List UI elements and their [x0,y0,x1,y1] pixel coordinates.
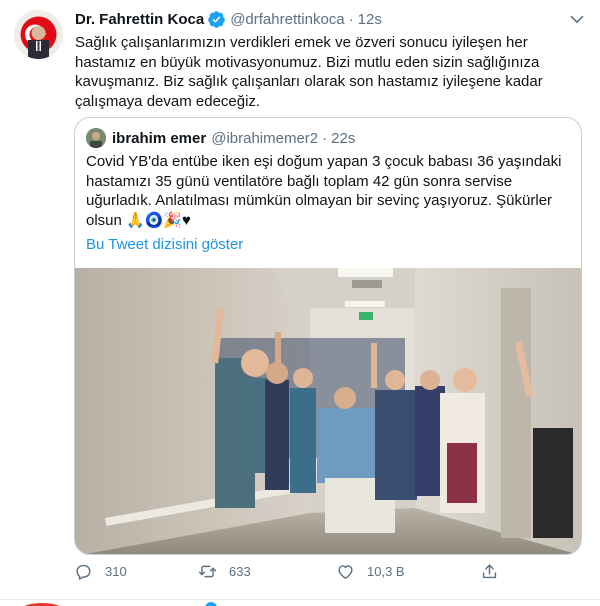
share-icon [482,564,497,579]
reply-icon [76,564,91,580]
separator-dot: · [322,129,328,147]
reply-count: 310 [105,564,127,579]
tweet-header: Dr. Fahrettin Koca @drfahrettinkoca · 12… [75,9,580,29]
author-handle[interactable]: @drfahrettinkoca [230,11,344,28]
chevron-down-icon[interactable] [566,8,588,30]
quoted-timestamp[interactable]: 22s [331,130,355,147]
retweet-count: 633 [229,564,251,579]
separator-dot: · [348,10,354,28]
next-tweet-verified-badge-icon [205,602,217,606]
quoted-author-avatar[interactable] [86,128,106,148]
tweet[interactable]: Dr. Fahrettin Koca @drfahrettinkoca · 12… [0,0,600,600]
verified-badge-icon [207,10,226,29]
quoted-author-handle[interactable]: @ibrahimemer2 [211,130,318,147]
quoted-tweet-text: Covid YB'da entübe iken eşi doğum yapan … [86,153,562,229]
like-count: 10,3 B [367,564,405,579]
quoted-tweet-photo[interactable] [75,268,582,555]
heart-icon [338,565,353,579]
author-avatar[interactable] [14,10,63,59]
tweet-timestamp[interactable]: 12s [358,11,382,28]
retweet-icon [198,565,217,578]
retweet-button[interactable]: 633 [198,562,251,581]
tweet-text: Sağlık çalışanlarımızın verdikleri emek … [75,34,543,110]
show-thread-link[interactable]: Bu Tweet dizisini göster [86,236,243,253]
quoted-tweet[interactable]: ibrahim emer @ibrahimemer2 · 22s Covid Y… [74,117,582,555]
like-button[interactable]: 10,3 B [336,562,405,581]
share-button[interactable] [480,562,511,581]
quoted-author-name[interactable]: ibrahim emer [112,130,206,147]
quoted-tweet-header: ibrahim emer @ibrahimemer2 · 22s [86,128,355,148]
author-name[interactable]: Dr. Fahrettin Koca [75,11,204,28]
reply-button[interactable]: 310 [74,562,127,581]
tweet-actions: 310 633 10,3 B [74,562,504,586]
